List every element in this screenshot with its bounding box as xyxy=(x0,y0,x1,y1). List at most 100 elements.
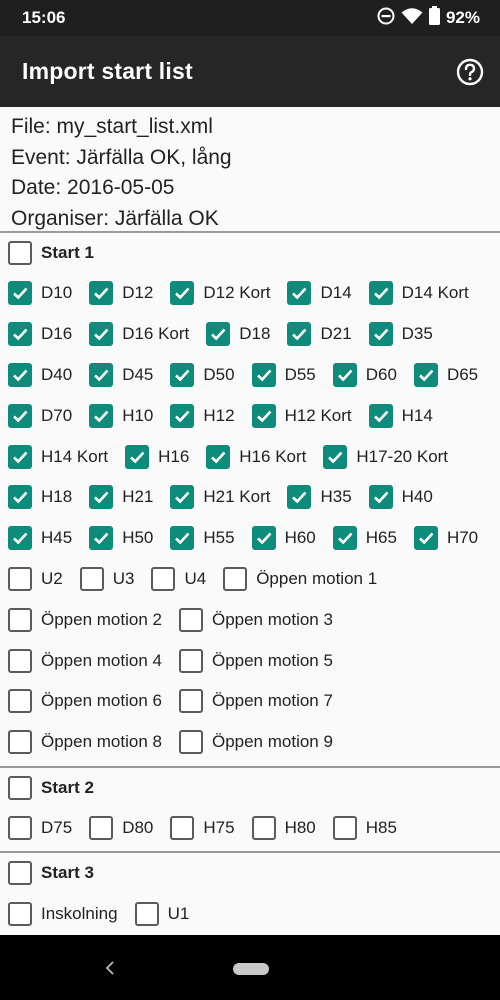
checkbox-unchecked-icon[interactable] xyxy=(8,730,32,755)
class-checkbox-h60[interactable]: H60 xyxy=(251,526,316,551)
checkbox-unchecked-icon[interactable] xyxy=(178,648,203,673)
help-button[interactable] xyxy=(456,58,484,86)
class-checkbox-h80[interactable]: H80 xyxy=(251,815,316,840)
checkbox-checked-icon[interactable] xyxy=(287,322,312,347)
checkbox-unchecked-icon[interactable] xyxy=(251,815,276,840)
class-checkbox-h16-kort[interactable]: H16 Kort xyxy=(206,444,306,469)
checkbox-unchecked-icon[interactable] xyxy=(178,730,203,755)
checkbox-unchecked-icon[interactable] xyxy=(170,815,195,840)
checkbox-checked-icon[interactable] xyxy=(206,444,231,469)
class-checkbox-d60[interactable]: D60 xyxy=(332,362,397,387)
class-checkbox-h18[interactable]: H18 xyxy=(8,485,72,510)
checkbox-checked-icon[interactable] xyxy=(368,281,393,306)
checkbox-checked-icon[interactable] xyxy=(170,485,195,510)
checkbox-checked-icon[interactable] xyxy=(170,362,195,387)
class-checkbox-h40[interactable]: H40 xyxy=(368,485,433,510)
checkbox-checked-icon[interactable] xyxy=(8,281,32,306)
class-checkbox-d21[interactable]: D21 xyxy=(287,322,352,347)
checkbox-unchecked-icon[interactable] xyxy=(79,566,104,591)
class-checkbox-u4[interactable]: U4 xyxy=(151,566,206,591)
class-checkbox-oppen-motion-9[interactable]: Öppen motion 9 xyxy=(178,730,333,755)
checkbox-unchecked-icon[interactable] xyxy=(8,901,32,926)
class-checkbox-d16-kort[interactable]: D16 Kort xyxy=(89,322,189,347)
class-checkbox-d14-kort[interactable]: D14 Kort xyxy=(368,281,469,306)
start-checkbox-start-1[interactable]: Start 1 xyxy=(8,241,94,265)
checkbox-checked-icon[interactable] xyxy=(8,444,32,469)
class-checkbox-u2[interactable]: U2 xyxy=(8,566,63,591)
back-chevron-icon[interactable] xyxy=(104,961,116,980)
checkbox-checked-icon[interactable] xyxy=(413,362,438,387)
class-checkbox-h14[interactable]: H14 xyxy=(368,403,433,428)
checkbox-unchecked-icon[interactable] xyxy=(8,815,32,840)
checkbox-checked-icon[interactable] xyxy=(251,403,276,428)
class-checkbox-h12[interactable]: H12 xyxy=(170,403,235,428)
checkbox-unchecked-icon[interactable] xyxy=(8,241,32,265)
checkbox-checked-icon[interactable] xyxy=(206,322,231,347)
checkbox-unchecked-icon[interactable] xyxy=(332,815,357,840)
class-checkbox-oppen-motion-8[interactable]: Öppen motion 8 xyxy=(8,730,162,755)
class-checkbox-h70[interactable]: H70 xyxy=(413,526,478,551)
class-checkbox-d16[interactable]: D16 xyxy=(8,322,72,347)
class-checkbox-d80[interactable]: D80 xyxy=(89,815,153,840)
class-checkbox-h55[interactable]: H55 xyxy=(170,526,235,551)
class-checkbox-d10[interactable]: D10 xyxy=(8,281,72,306)
class-checkbox-h10[interactable]: H10 xyxy=(89,403,153,428)
class-checkbox-d55[interactable]: D55 xyxy=(251,362,316,387)
class-checkbox-h50[interactable]: H50 xyxy=(89,526,153,551)
class-checkbox-h16[interactable]: H16 xyxy=(125,444,189,469)
checkbox-checked-icon[interactable] xyxy=(413,526,438,551)
class-checkbox-d75[interactable]: D75 xyxy=(8,815,72,840)
class-checkbox-h85[interactable]: H85 xyxy=(332,815,397,840)
checkbox-unchecked-icon[interactable] xyxy=(89,815,114,840)
checkbox-unchecked-icon[interactable] xyxy=(178,607,203,632)
class-checkbox-oppen-motion-6[interactable]: Öppen motion 6 xyxy=(8,689,162,714)
checkbox-checked-icon[interactable] xyxy=(170,403,195,428)
checkbox-checked-icon[interactable] xyxy=(251,526,276,551)
checkbox-unchecked-icon[interactable] xyxy=(223,566,248,591)
checkbox-checked-icon[interactable] xyxy=(125,444,150,469)
class-checkbox-oppen-motion-5[interactable]: Öppen motion 5 xyxy=(178,648,333,673)
checkbox-unchecked-icon[interactable] xyxy=(178,689,203,714)
class-checkbox-u3[interactable]: U3 xyxy=(79,566,134,591)
checkbox-unchecked-icon[interactable] xyxy=(8,861,32,886)
start-checkbox-start-2[interactable]: Start 2 xyxy=(8,775,94,800)
checkbox-checked-icon[interactable] xyxy=(89,281,114,306)
class-checkbox-u1[interactable]: U1 xyxy=(134,901,189,926)
checkbox-unchecked-icon[interactable] xyxy=(134,901,159,926)
class-checkbox-d12-kort[interactable]: D12 Kort xyxy=(170,281,270,306)
checkbox-checked-icon[interactable] xyxy=(8,403,32,428)
class-checkbox-d14[interactable]: D14 xyxy=(287,281,352,306)
class-checkbox-h14-kort[interactable]: H14 Kort xyxy=(8,444,108,469)
checkbox-checked-icon[interactable] xyxy=(89,362,114,387)
checkbox-unchecked-icon[interactable] xyxy=(8,689,32,714)
class-checkbox-d45[interactable]: D45 xyxy=(89,362,153,387)
class-checkbox-h75[interactable]: H75 xyxy=(170,815,235,840)
checkbox-checked-icon[interactable] xyxy=(332,362,357,387)
checkbox-unchecked-icon[interactable] xyxy=(8,566,32,591)
class-checkbox-oppen-motion-2[interactable]: Öppen motion 2 xyxy=(8,607,162,632)
checkbox-checked-icon[interactable] xyxy=(170,281,195,306)
checkbox-checked-icon[interactable] xyxy=(323,444,348,469)
checkbox-checked-icon[interactable] xyxy=(8,362,32,387)
checkbox-checked-icon[interactable] xyxy=(8,485,32,510)
class-checkbox-d70[interactable]: D70 xyxy=(8,403,72,428)
home-pill-icon[interactable] xyxy=(233,963,269,975)
checkbox-unchecked-icon[interactable] xyxy=(151,566,176,591)
class-checkbox-h35[interactable]: H35 xyxy=(287,485,352,510)
checkbox-checked-icon[interactable] xyxy=(89,403,114,428)
class-checkbox-oppen-motion-7[interactable]: Öppen motion 7 xyxy=(178,689,333,714)
class-checkbox-d65[interactable]: D65 xyxy=(413,362,478,387)
class-checkbox-oppen-motion-1[interactable]: Öppen motion 1 xyxy=(223,566,377,591)
class-checkbox-h21[interactable]: H21 xyxy=(89,485,153,510)
checkbox-checked-icon[interactable] xyxy=(8,322,32,347)
checkbox-checked-icon[interactable] xyxy=(89,485,114,510)
class-checkbox-d35[interactable]: D35 xyxy=(368,322,433,347)
class-checkbox-h65[interactable]: H65 xyxy=(332,526,397,551)
checkbox-checked-icon[interactable] xyxy=(89,322,114,347)
checkbox-checked-icon[interactable] xyxy=(368,485,393,510)
class-checkbox-d12[interactable]: D12 xyxy=(89,281,153,306)
class-checkbox-h45[interactable]: H45 xyxy=(8,526,72,551)
class-checkbox-h17-20-kort[interactable]: H17-20 Kort xyxy=(323,444,448,469)
checkbox-unchecked-icon[interactable] xyxy=(8,775,32,800)
class-checkbox-d40[interactable]: D40 xyxy=(8,362,72,387)
